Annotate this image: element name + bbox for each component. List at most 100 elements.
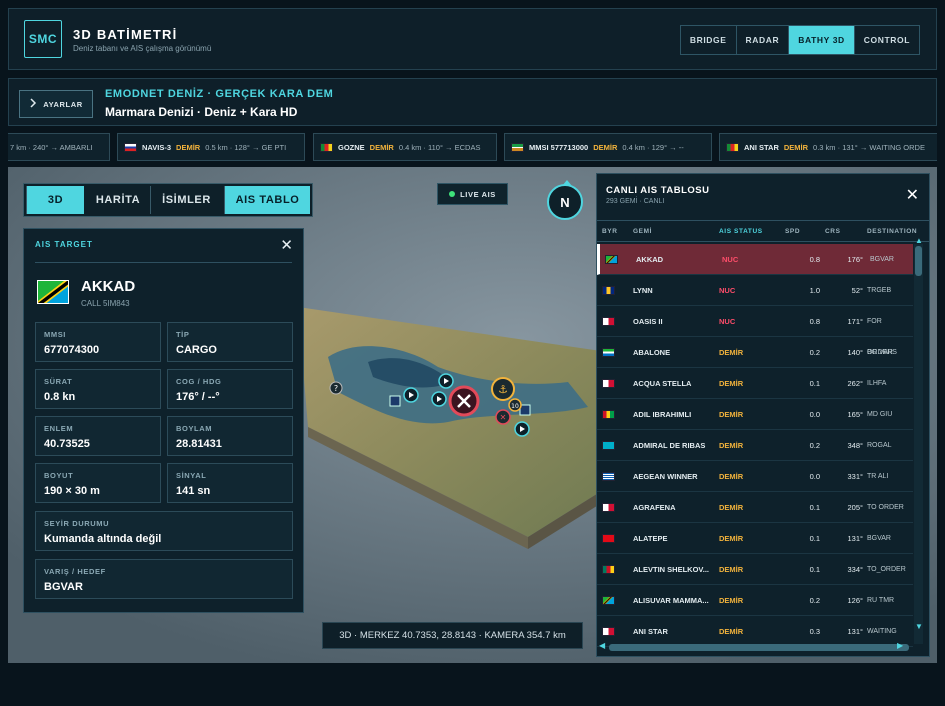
ais-status: DEMİR — [719, 627, 744, 636]
column-header[interactable]: SPD — [785, 221, 800, 243]
field-signal: SİNYAL 141 sn — [167, 463, 293, 503]
field-key: VARIŞ / HEDEF — [44, 567, 106, 576]
ship-marker[interactable] — [403, 387, 419, 403]
scroll-right-icon[interactable]: ▶ — [897, 641, 903, 650]
column-header[interactable]: GEMİ — [633, 221, 652, 243]
ship-marker-square[interactable] — [389, 395, 401, 407]
scroll-left-icon[interactable]: ◀ — [599, 641, 605, 650]
ticker-info: 7 km · 240° → AMBARLI — [10, 142, 93, 152]
destination: BGVAR — [867, 535, 891, 542]
ticker-item[interactable]: NAVIS-3 DEMİR 0.5 km · 128° → GE PTI — [117, 133, 305, 161]
table-row[interactable]: AEGEAN WINNER DEMİR 0.0 331° TR ALI — [597, 461, 913, 492]
ais-status: DEMİR — [719, 565, 744, 574]
ship-name: ALEVTIN SHELKOV... — [633, 565, 709, 574]
tab-3d[interactable]: 3D — [26, 186, 84, 214]
course: 176° — [847, 255, 863, 264]
close-icon[interactable]: ✕ — [906, 185, 919, 205]
scroll-down-icon[interactable]: ▼ — [915, 622, 923, 631]
live-ais-indicator[interactable]: LIVE AIS — [437, 183, 508, 205]
scrollbar-thumb[interactable] — [915, 246, 922, 276]
flag-icon — [602, 379, 615, 388]
ticker-status: DEMİR — [593, 142, 618, 152]
destination: TO ORDER — [867, 504, 904, 511]
view-tabs: 3D HARİTA İSİMLER AIS TABLO — [23, 183, 313, 217]
ticker-item[interactable]: ANI STAR DEMİR 0.3 km · 131° → WAITING ORD… — [719, 133, 937, 161]
table-row[interactable]: ADMIRAL DE RIBAS DEMİR 0.2 348° ROGAL — [597, 430, 913, 461]
table-row[interactable]: LYNN NUC 1.0 52° TRGEB — [597, 275, 913, 306]
flag-icon — [511, 142, 524, 152]
ticker-ship-name: GOZNE — [338, 142, 365, 152]
table-header: BYR GEMİ AIS STATUS SPD CRS DESTINATION — [597, 220, 929, 243]
field-value: 40.73525 — [44, 438, 90, 450]
speed: 0.1 — [809, 565, 820, 574]
ship-marker[interactable] — [431, 391, 447, 407]
mode-bathy3d-button[interactable]: BATHY 3D — [788, 26, 854, 54]
table-row[interactable]: OASIS II NUC 0.8 171° FOR ORDERS — [597, 306, 913, 356]
close-icon[interactable]: ✕ — [280, 236, 293, 254]
course: 205° — [847, 503, 863, 512]
ship-name: LYNN — [633, 286, 653, 295]
table-row[interactable]: ALEVTIN SHELKOV... DEMİR 0.1 334° TO_ORDER — [597, 554, 913, 585]
panel-subtitle: 293 GEMİ · CANLI — [606, 198, 665, 205]
field-value: CARGO — [176, 344, 217, 356]
vertical-scrollbar[interactable] — [914, 244, 923, 644]
speed: 0.8 — [809, 255, 820, 264]
scroll-up-icon[interactable]: ▲ — [915, 236, 923, 245]
course: 131° — [847, 534, 863, 543]
column-header[interactable]: AIS STATUS — [719, 221, 763, 243]
flag-icon — [320, 142, 333, 152]
ship-name: AGRAFENA — [633, 503, 676, 512]
field-type: TİP CARGO — [167, 322, 293, 362]
table-row[interactable]: ACQUA STELLA DEMİR 0.1 262° ILHFA — [597, 368, 913, 399]
question-icon: ? — [334, 384, 338, 393]
table-row[interactable]: ALATEPE DEMİR 0.1 131° BGVAR — [597, 523, 913, 554]
tab-ais-tablo[interactable]: AIS TABLO — [224, 186, 310, 214]
mode-radar-button[interactable]: RADAR — [735, 26, 789, 54]
mode-bridge-button[interactable]: BRIDGE — [681, 26, 736, 54]
speed: 0.2 — [809, 441, 820, 450]
bathymetry-3d-viewport[interactable]: ⚓ ✕ 10 ? 3D HARİTA İSİMLER AIS TABLO LIV… — [8, 167, 937, 663]
ais-table-panel: CANLI AIS TABLOSU 293 GEMİ · CANLI ✕ BYR… — [596, 173, 930, 657]
field-key: MMSI — [44, 330, 66, 339]
table-row[interactable]: ABALONE DEMİR 0.2 140° BG VAR — [597, 337, 913, 368]
table-row[interactable]: AGRAFENA DEMİR 0.1 205° TO ORDER — [597, 492, 913, 523]
field-key: ENLEM — [44, 424, 74, 433]
speed: 1.0 — [809, 286, 820, 295]
table-row[interactable]: ANI STARDEMİR0.3131°WAITING ORD — [597, 616, 913, 647]
flag-icon — [602, 534, 615, 543]
field-value: 176° / --° — [176, 391, 220, 403]
ticker-item[interactable]: GOZNE DEMİR 0.4 km · 110° → ECDAS — [313, 133, 497, 161]
compass-north-icon[interactable]: N — [547, 180, 583, 220]
ship-marker[interactable] — [514, 421, 530, 437]
settings-button[interactable]: AYARLAR — [19, 90, 93, 118]
tab-harita[interactable]: HARİTA — [86, 186, 150, 214]
cluster-count: 10 — [511, 403, 519, 410]
ticker-ship-name: ANI STAR — [744, 142, 779, 152]
column-header[interactable]: DESTINATION — [867, 221, 917, 243]
ais-status: NUC — [719, 317, 736, 326]
flag-icon — [602, 410, 615, 419]
table-row[interactable]: AKKAD NUC 0.8 176° BGVAR — [597, 244, 913, 275]
ticker-info: 0.5 km · 128° → GE PTI — [205, 142, 287, 152]
horizontal-scrollbar[interactable] — [609, 644, 909, 651]
column-header[interactable]: BYR — [602, 221, 618, 243]
panel-heading: AIS TARGET — [35, 240, 93, 249]
course: 126° — [847, 596, 863, 605]
ticker-item[interactable]: 7 km · 240° → AMBARLI — [8, 133, 110, 161]
flag-icon — [605, 255, 618, 264]
column-header[interactable]: CRS — [825, 221, 841, 243]
live-dot-icon — [449, 191, 456, 197]
destination: ROGAL — [867, 442, 892, 449]
speed: 0.0 — [809, 472, 820, 481]
table-row[interactable]: ADIL IBRAHIMLI DEMİR 0.0 165° MD GIU — [597, 399, 913, 430]
ais-status: NUC — [722, 255, 739, 264]
ship-callsign: CALL 5IM843 — [81, 299, 130, 308]
ticker-item[interactable]: MMSI 577713000 DEMİR 0.4 km · 129° → -- — [504, 133, 712, 161]
ship-marker[interactable] — [438, 373, 454, 389]
tab-isimler[interactable]: İSİMLER — [150, 186, 222, 214]
ticker-info: 0.4 km · 129° → -- — [622, 142, 684, 152]
mode-control-button[interactable]: CONTROL — [853, 26, 919, 54]
table-row[interactable]: ALISUVAR MAMMA... DEMİR 0.2 126° RU TMR — [597, 585, 913, 616]
course: 171° — [847, 317, 863, 326]
speed: 0.1 — [809, 379, 820, 388]
